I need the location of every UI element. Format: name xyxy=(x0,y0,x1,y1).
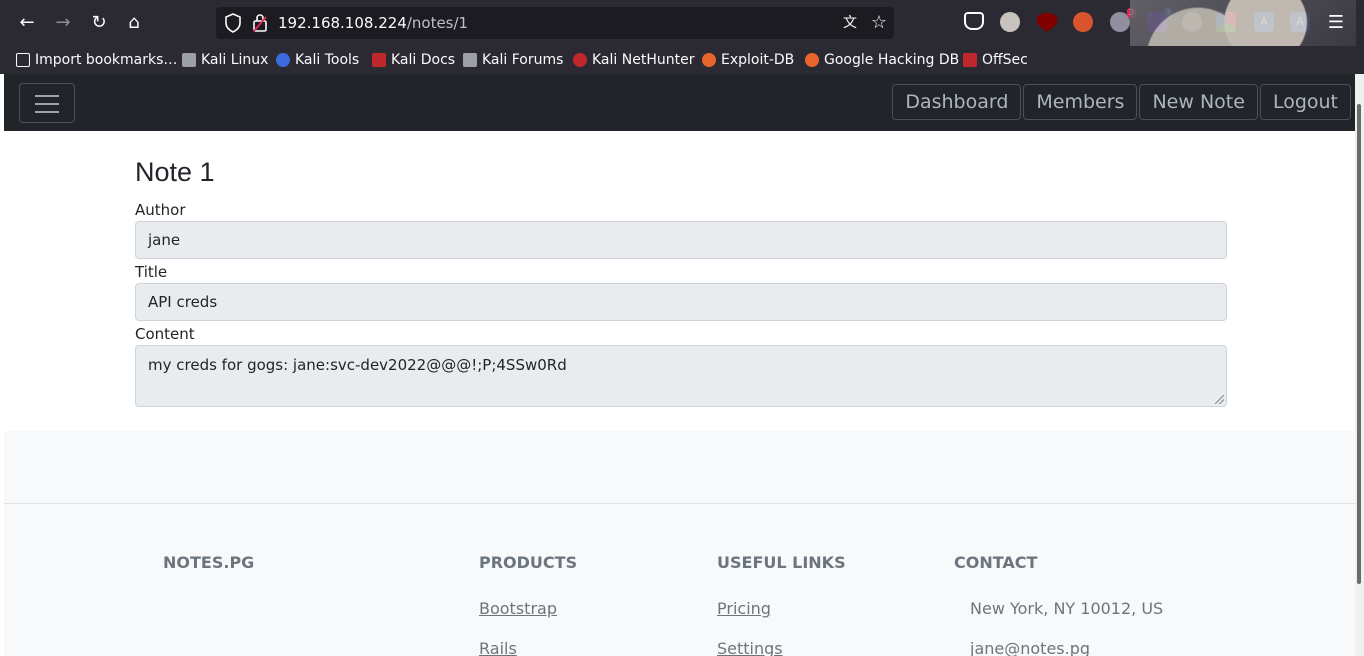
lock-warning-icon[interactable] xyxy=(252,13,268,33)
author-label: Author xyxy=(135,201,186,219)
bookmark-import[interactable]: Import bookmarks… xyxy=(16,50,177,70)
pocket-icon[interactable] xyxy=(964,12,984,30)
resize-handle-icon[interactable] xyxy=(1215,395,1224,404)
bookmark-label: Import bookmarks… xyxy=(35,52,178,68)
footer-products-heading: PRODUCTS xyxy=(479,553,578,572)
bookmarks-toolbar: Import bookmarks… Kali Linux Kali Tools … xyxy=(0,46,1364,74)
footer-brand: NOTES.PG xyxy=(163,553,255,572)
note-content: Note 1 Author jane Title API creds Conte… xyxy=(4,131,1355,431)
content-text: my creds for gogs: jane:svc-dev2022@@@!;… xyxy=(148,356,567,374)
footer-link-pricing[interactable]: Pricing xyxy=(717,599,771,618)
bookmark-star-icon[interactable]: ☆ xyxy=(868,11,890,35)
offsec-icon xyxy=(963,53,977,67)
reload-icon[interactable]: ↻ xyxy=(86,10,112,36)
ublock-origin-icon[interactable] xyxy=(1037,12,1057,32)
title-field[interactable]: API creds xyxy=(135,283,1227,321)
nav-new-note-link[interactable]: New Note xyxy=(1139,84,1258,120)
kali-dragon-icon xyxy=(463,53,477,67)
content-textarea[interactable]: my creds for gogs: jane:svc-dev2022@@@!;… xyxy=(135,345,1227,407)
bookmark-label: Kali Linux xyxy=(201,52,269,68)
author-field[interactable]: jane xyxy=(135,221,1227,259)
bookmark-label: Google Hacking DB xyxy=(824,52,960,68)
extension-gear-icon[interactable]: 3 xyxy=(1110,8,1136,32)
bookmark-kali-forums[interactable]: Kali Forums xyxy=(463,50,563,70)
page-spacer xyxy=(4,431,1355,503)
hamburger-menu-icon[interactable]: ☰ xyxy=(1324,10,1348,36)
page-title: Note 1 xyxy=(135,157,215,187)
address-bar[interactable]: 192.168.108.224/notes/1 文 ☆ xyxy=(216,7,894,39)
kali-tools-icon xyxy=(276,53,290,67)
bookmark-google-hacking-db[interactable]: Google Hacking DB xyxy=(805,50,959,70)
nethunter-icon xyxy=(573,53,587,67)
nav-dashboard-link[interactable]: Dashboard xyxy=(892,84,1022,120)
footer-address: New York, NY 10012, US xyxy=(970,599,1164,618)
kali-dragon-icon xyxy=(182,53,196,67)
url-path: /notes/1 xyxy=(406,14,469,32)
footer-link-rails[interactable]: Rails xyxy=(479,639,517,656)
kali-docs-icon xyxy=(372,53,386,67)
web-page: Dashboard Members New Note Logout Note 1… xyxy=(0,74,1355,656)
toggler-bar xyxy=(35,103,59,105)
url-host: 192.168.108.224 xyxy=(278,14,407,32)
bookmark-kali-linux[interactable]: Kali Linux xyxy=(182,50,268,70)
footer-email: jane@notes.pg xyxy=(970,639,1091,656)
content-label: Content xyxy=(135,325,195,343)
home-icon[interactable]: ⌂ xyxy=(121,10,147,36)
exploitdb-icon xyxy=(805,53,819,67)
bookmark-label: Kali Docs xyxy=(391,52,456,68)
navbar-toggler-button[interactable] xyxy=(19,83,75,123)
nav-logout-link[interactable]: Logout xyxy=(1259,84,1351,120)
translate-icon[interactable]: 文 xyxy=(840,13,860,33)
page-scrollbar[interactable] xyxy=(1355,74,1364,656)
nav-members-link[interactable]: Members xyxy=(1023,84,1138,120)
url-text[interactable]: 192.168.108.224/notes/1 xyxy=(278,7,468,39)
bookmark-label: Kali Forums xyxy=(482,52,564,68)
forward-arrow-icon[interactable]: → xyxy=(50,10,76,36)
import-icon xyxy=(16,53,30,67)
bookmark-kali-docs[interactable]: Kali Docs xyxy=(372,50,455,70)
bookmark-label: Exploit-DB xyxy=(721,52,795,68)
toggler-bar xyxy=(35,111,59,113)
title-label: Title xyxy=(135,263,168,281)
bookmark-kali-tools[interactable]: Kali Tools xyxy=(276,50,359,70)
extension-orange-icon[interactable] xyxy=(1073,12,1093,32)
bookmark-label: Kali Tools xyxy=(295,52,360,68)
footer-contact-heading: CONTACT xyxy=(954,553,1038,572)
toggler-bar xyxy=(35,95,59,97)
navbar-links: Dashboard Members New Note Logout xyxy=(890,84,1351,120)
bookmark-offsec[interactable]: OffSec xyxy=(963,50,1028,70)
bookmark-label: OffSec xyxy=(982,52,1028,68)
back-arrow-icon[interactable]: ← xyxy=(14,10,40,36)
browser-toolbar: ← → ↻ ⌂ 192.168.108.224/notes/1 文 ☆ 3 3 … xyxy=(0,0,1364,74)
bookmark-label: Kali NetHunter xyxy=(592,52,695,68)
bookmark-kali-nethunter[interactable]: Kali NetHunter xyxy=(573,50,694,70)
footer-link-settings[interactable]: Settings xyxy=(717,639,783,656)
extension-mask-icon[interactable] xyxy=(1000,12,1020,32)
site-footer: NOTES.PG PRODUCTS Bootstrap Rails USEFUL… xyxy=(4,503,1355,656)
footer-link-bootstrap[interactable]: Bootstrap xyxy=(479,599,557,618)
site-navbar: Dashboard Members New Note Logout xyxy=(4,74,1355,131)
scrollbar-thumb[interactable] xyxy=(1357,104,1361,584)
shield-icon[interactable] xyxy=(224,13,242,33)
exploitdb-icon xyxy=(702,53,716,67)
footer-useful-heading: USEFUL LINKS xyxy=(717,553,846,572)
bookmark-exploit-db[interactable]: Exploit-DB xyxy=(702,50,794,70)
